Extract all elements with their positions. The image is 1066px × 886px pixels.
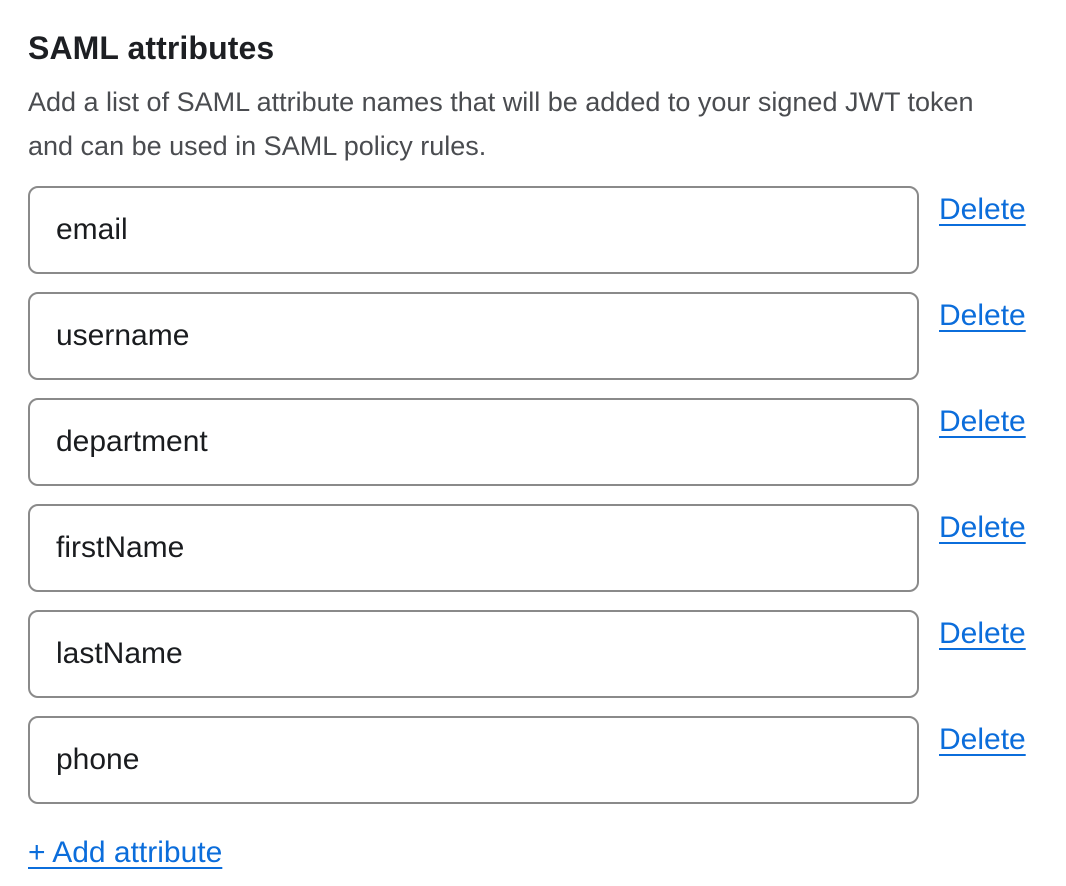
delete-link[interactable]: Delete [939,616,1026,652]
section-description: Add a list of SAML attribute names that … [28,80,1018,168]
attribute-input-department[interactable] [28,398,919,486]
attribute-row: Delete [28,504,1066,592]
delete-link[interactable]: Delete [939,298,1026,334]
delete-link[interactable]: Delete [939,192,1026,228]
attribute-input-lastname[interactable] [28,610,919,698]
add-attribute-link[interactable]: + Add attribute [28,835,222,871]
attribute-input-phone[interactable] [28,716,919,804]
delete-link[interactable]: Delete [939,510,1026,546]
section-title: SAML attributes [28,28,1066,68]
delete-link[interactable]: Delete [939,722,1026,758]
attribute-input-email[interactable] [28,186,919,274]
saml-attributes-section: SAML attributes Add a list of SAML attri… [0,0,1066,886]
attribute-row: Delete [28,716,1066,804]
attribute-input-firstname[interactable] [28,504,919,592]
attribute-row: Delete [28,292,1066,380]
attribute-input-username[interactable] [28,292,919,380]
attribute-row: Delete [28,186,1066,274]
attribute-row: Delete [28,610,1066,698]
attribute-row: Delete [28,398,1066,486]
delete-link[interactable]: Delete [939,404,1026,440]
